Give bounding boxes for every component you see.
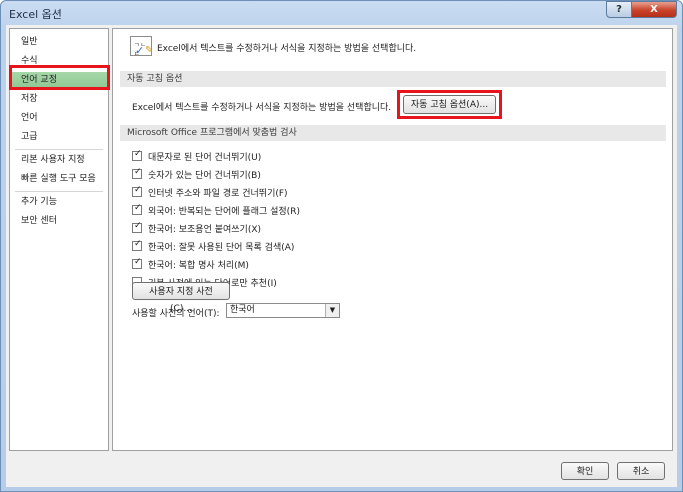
nav-item-trust-center[interactable]: 보안 센터	[11, 213, 107, 230]
checkbox[interactable]: ✓	[132, 257, 142, 269]
option-label: 숫자가 있는 단어 건너뛰기(B)	[148, 170, 261, 181]
option-auxiliary-verb-spacing[interactable]: ✓ 한국어: 보조용언 붙여쓰기(X)	[132, 221, 261, 235]
close-button[interactable]: X	[632, 1, 677, 18]
ok-button[interactable]: 확인	[561, 462, 609, 480]
dictionary-language-label: 사용할 사전의 언어(T):	[132, 309, 220, 319]
nav-item-quick-access-toolbar[interactable]: 빠른 실행 도구 모음	[11, 171, 107, 188]
nav-item-general[interactable]: 일반	[11, 34, 107, 51]
option-label: 대문자로 된 단어 건너뛰기(U)	[148, 152, 262, 163]
option-ignore-uppercase[interactable]: ✓ 대문자로 된 단어 건너뛰기(U)	[132, 149, 261, 163]
dialog-client: 일반 수식 언어 교정 저장 언어 고급 리본 사용자 지정 빠른 실행 도구 …	[6, 25, 677, 487]
nav-item-proofing[interactable]: 언어 교정	[11, 72, 107, 89]
nav-item-save[interactable]: 저장	[11, 91, 107, 108]
chevron-down-icon[interactable]: ▼	[325, 304, 339, 317]
custom-dictionaries-button[interactable]: 사용자 지정 사전(C)...	[132, 282, 230, 314]
checkbox[interactable]: ✓	[132, 185, 142, 197]
option-label: 한국어: 복합 명사 처리(M)	[148, 260, 249, 271]
option-label: 한국어: 잘못 사용된 단어 목록 검색(A)	[148, 242, 295, 253]
options-nav: 일반 수식 언어 교정 저장 언어 고급 리본 사용자 지정 빠른 실행 도구 …	[9, 28, 109, 451]
autocorrect-description: Excel에서 텍스트를 수정하거나 서식을 지정하는 방법을 선택합니다.	[132, 103, 392, 113]
option-label: 외국어: 반복되는 단어에 플래그 설정(R)	[148, 206, 300, 217]
panel-header-text: Excel에서 텍스트를 수정하거나 서식을 지정하는 방법을 선택합니다.	[157, 44, 417, 54]
checkbox[interactable]: ✓	[132, 167, 142, 179]
dictionary-language-value: 한국어	[230, 305, 255, 315]
help-button[interactable]: ?	[606, 1, 632, 18]
proofing-panel: ㄱㄴㄷ ✓ ✎ Excel에서 텍스트를 수정하거나 서식을 지정하는 방법을 …	[112, 28, 673, 451]
option-ignore-numbers[interactable]: ✓ 숫자가 있는 단어 건너뛰기(B)	[132, 167, 261, 181]
option-ignore-internet-paths[interactable]: ✓ 인터넷 주소와 파일 경로 건너뛰기(F)	[132, 185, 288, 199]
nav-item-add-ins[interactable]: 추가 기능	[11, 194, 107, 211]
checkbox[interactable]: ✓	[132, 221, 142, 233]
dictionary-language-select[interactable]: 한국어 ▼	[226, 303, 340, 318]
excel-options-dialog: Excel 옵션 ? X 일반 수식 언어 교정 저장 언어 고급 리본 사용자…	[0, 0, 683, 492]
section-spelling: Microsoft Office 프로그램에서 맞춤법 검사	[120, 125, 666, 141]
option-misused-word-list[interactable]: ✓ 한국어: 잘못 사용된 단어 목록 검색(A)	[132, 239, 294, 253]
window-title: Excel 옵션	[9, 8, 62, 21]
option-flag-repeated-words[interactable]: ✓ 외국어: 반복되는 단어에 플래그 설정(R)	[132, 203, 300, 217]
option-compound-nouns[interactable]: ✓ 한국어: 복합 명사 처리(M)	[132, 257, 249, 271]
checkbox[interactable]: ✓	[132, 149, 142, 161]
dialog-footer: 확인 취소	[6, 455, 677, 487]
checkbox[interactable]: ✓	[132, 203, 142, 215]
nav-item-advanced[interactable]: 고급	[11, 129, 107, 146]
option-label: 인터넷 주소와 파일 경로 건너뛰기(F)	[148, 188, 288, 199]
cancel-button[interactable]: 취소	[617, 462, 665, 480]
proofing-icon: ㄱㄴㄷ ✓ ✎	[130, 36, 153, 58]
title-bar: Excel 옵션 ? X	[1, 1, 682, 25]
nav-divider	[15, 191, 103, 192]
section-autocorrect: 자동 고침 옵션	[120, 71, 666, 87]
autocorrect-options-button[interactable]: 자동 고침 옵션(A)...	[403, 95, 496, 114]
checkbox[interactable]: ✓	[132, 239, 142, 251]
title-bar-buttons: ? X	[606, 1, 677, 18]
nav-item-formulas[interactable]: 수식	[11, 53, 107, 70]
nav-divider	[15, 149, 103, 150]
option-label: 한국어: 보조용언 붙여쓰기(X)	[148, 224, 262, 235]
nav-item-customize-ribbon[interactable]: 리본 사용자 지정	[11, 152, 107, 169]
nav-item-language[interactable]: 언어	[11, 110, 107, 127]
